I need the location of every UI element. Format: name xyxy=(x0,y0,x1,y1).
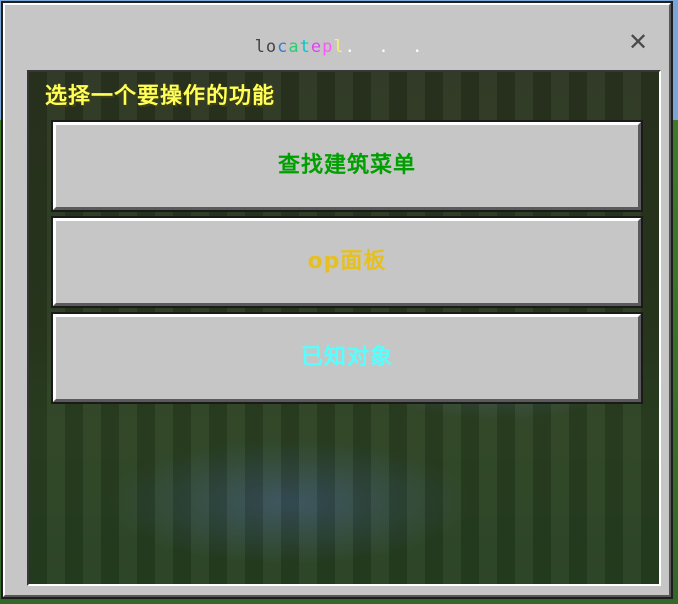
title-char: p xyxy=(322,37,334,57)
title-char xyxy=(390,35,401,59)
title-char: . xyxy=(344,37,356,57)
title-char: l xyxy=(333,37,345,57)
button-label: op面板 xyxy=(307,249,387,274)
content-panel: 选择一个要操作的功能 查找建筑菜单 op面板 已知对象 xyxy=(27,70,661,586)
title-char: . xyxy=(412,37,424,57)
button-label: 已知对象 xyxy=(300,345,393,370)
title-char xyxy=(401,35,412,59)
button-label: 查找建筑菜单 xyxy=(277,153,416,178)
title-char: e xyxy=(310,37,323,57)
game-screen: locatepl. . . ✕ 选择一个要操作的功能 查找建筑菜单 op面板 已… xyxy=(0,0,678,604)
dialog-title: locatepl. . . xyxy=(5,35,673,59)
prompt-text: 选择一个要操作的功能 xyxy=(45,84,276,109)
title-char: t xyxy=(299,37,311,57)
title-char: c xyxy=(277,37,289,57)
menu-dialog: locatepl. . . ✕ 选择一个要操作的功能 查找建筑菜单 op面板 已… xyxy=(3,3,671,597)
op-panel-button[interactable]: op面板 xyxy=(53,218,641,306)
title-char: o xyxy=(265,37,278,57)
title-char xyxy=(367,35,378,59)
title-char: l xyxy=(254,37,266,57)
title-char: . xyxy=(378,37,390,57)
close-icon[interactable]: ✕ xyxy=(625,29,651,55)
known-objects-button[interactable]: 已知对象 xyxy=(53,314,641,402)
title-char xyxy=(356,35,367,59)
find-building-menu-button[interactable]: 查找建筑菜单 xyxy=(53,122,641,210)
title-char: a xyxy=(288,37,300,57)
